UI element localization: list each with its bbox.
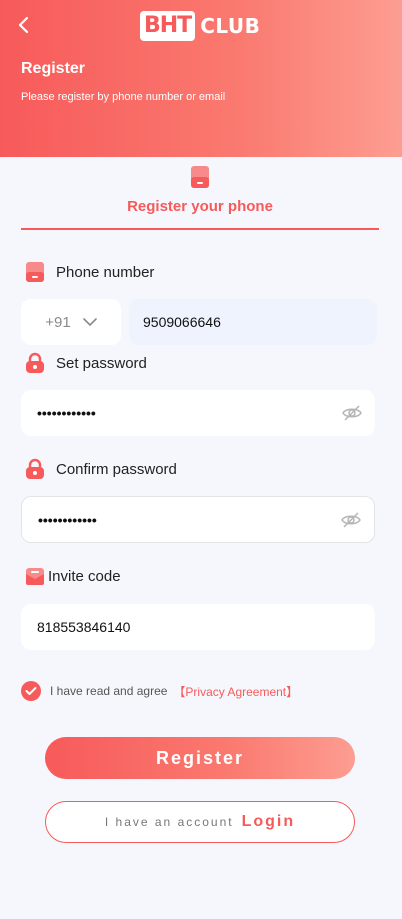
agree-checkbox[interactable]	[21, 681, 41, 701]
agreement-text: I have read and agree	[50, 684, 168, 698]
logo: BHT CLUB	[140, 11, 260, 41]
lock-icon	[26, 458, 44, 479]
phone-input[interactable]: 9509066646	[129, 299, 377, 345]
page-subtitle: Please register by phone number or email	[21, 91, 226, 103]
phone-icon	[26, 262, 44, 282]
invite-envelope-icon	[26, 568, 44, 585]
phone-label-row: Phone number	[24, 261, 154, 283]
tab-label: Register your phone	[127, 198, 273, 215]
checkmark-icon	[25, 687, 37, 695]
password-label: Set password	[56, 354, 147, 372]
confirm-password-input-value: ••••••••••••	[38, 511, 97, 528]
header-banner: BHT CLUB Register Please register by pho…	[0, 0, 402, 157]
lock-icon	[26, 352, 44, 373]
tab-register-phone[interactable]: Register your phone	[21, 163, 379, 230]
agreement-row: I have read and agree 【Privacy Agreement…	[21, 681, 298, 701]
confirm-password-input[interactable]: ••••••••••••	[21, 496, 375, 543]
invite-code-input[interactable]: 818553846140	[21, 604, 375, 650]
have-account-text: I have an account	[104, 815, 234, 829]
password-label-row: Set password	[24, 352, 147, 374]
invite-code-value: 818553846140	[37, 619, 131, 635]
page-title: Register	[21, 60, 86, 77]
invite-label: Invite code	[48, 567, 121, 585]
country-code-value: +91	[45, 313, 71, 331]
country-code-select[interactable]: +91	[21, 299, 121, 345]
chevron-down-icon	[82, 318, 97, 327]
confirm-password-label: Confirm password	[56, 460, 177, 478]
eye-hidden-icon[interactable]	[341, 402, 363, 424]
privacy-agreement-link[interactable]: 【Privacy Agreement】	[173, 683, 298, 700]
login-button[interactable]: I have an account Login	[45, 801, 355, 843]
password-input-value: ••••••••••••	[37, 405, 96, 421]
logo-club: CLUB	[200, 14, 261, 38]
login-label: Login	[241, 813, 296, 830]
logo-badge: BHT	[140, 11, 196, 41]
phone-label: Phone number	[56, 263, 155, 281]
register-button[interactable]: Register	[45, 737, 355, 779]
phone-icon	[191, 166, 209, 188]
back-arrow-icon[interactable]	[14, 14, 34, 36]
password-input[interactable]: ••••••••••••	[21, 390, 375, 436]
eye-hidden-icon[interactable]	[340, 509, 362, 531]
confirm-password-label-row: Confirm password	[24, 458, 177, 480]
invite-label-row: Invite code	[24, 565, 121, 587]
phone-input-value: 9509066646	[143, 314, 221, 330]
